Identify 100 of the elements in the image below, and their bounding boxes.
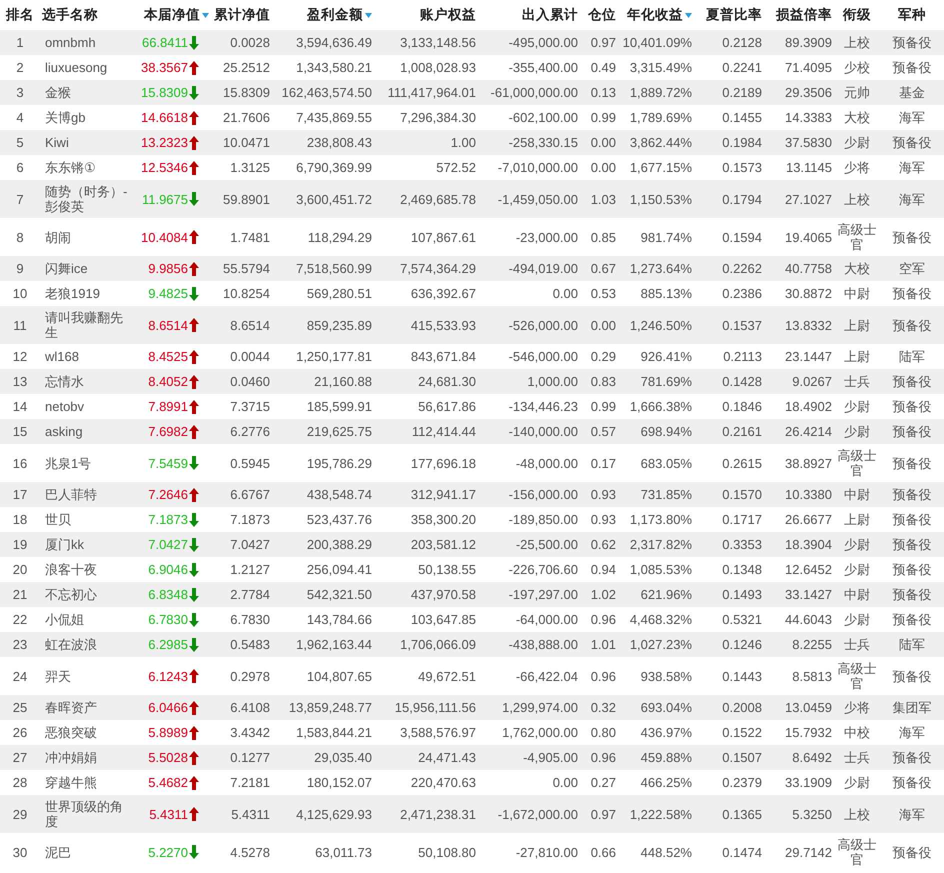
net-deposits: 1,299,974.00 <box>478 695 580 720</box>
rank-title: 上尉 <box>834 306 880 344</box>
service-branch: 预备役 <box>880 419 944 444</box>
cumulative-net-value: 0.2978 <box>200 657 272 695</box>
profit-loss-ratio: 26.4214 <box>764 419 834 444</box>
annualized-return: 3,862.44% <box>618 130 694 155</box>
service-branch: 预备役 <box>880 55 944 80</box>
account-equity: 24,471.43 <box>374 745 478 770</box>
position-ratio: 0.00 <box>580 130 618 155</box>
sort-icon[interactable] <box>202 12 209 18</box>
annualized-return: 1,246.50% <box>618 306 694 344</box>
column-header: 军种 <box>898 7 926 22</box>
service-branch: 预备役 <box>880 607 944 632</box>
profit-loss-ratio: 10.3380 <box>764 482 834 507</box>
player-name: 巴人菲特 <box>40 482 130 507</box>
sharpe-ratio: 0.1522 <box>694 720 764 745</box>
annualized-return: 621.96% <box>618 582 694 607</box>
sharpe-ratio: 0.2161 <box>694 419 764 444</box>
net-deposits: 1,000.00 <box>478 369 580 394</box>
rank-number: 27 <box>0 745 40 770</box>
annualized-return: 1,222.58% <box>618 795 694 833</box>
player-name: 虹在波浪 <box>40 632 130 657</box>
profit-amount: 162,463,574.50 <box>272 80 374 105</box>
net-deposits: -602,100.00 <box>478 105 580 130</box>
annualized-return: 885.13% <box>618 281 694 306</box>
profit-loss-ratio: 8.2255 <box>764 632 834 657</box>
profit-amount: 523,437.76 <box>272 507 374 532</box>
net-value: 5.4311 <box>148 806 188 822</box>
account-equity: 415,533.93 <box>374 306 478 344</box>
rank-number: 25 <box>0 695 40 720</box>
cumulative-net-value: 3.4342 <box>200 720 272 745</box>
profit-amount: 21,160.88 <box>272 369 374 394</box>
rank-number: 10 <box>0 281 40 306</box>
position-ratio: 0.62 <box>580 532 618 557</box>
player-name: Kiwi <box>40 130 130 155</box>
profit-loss-ratio: 13.0459 <box>764 695 834 720</box>
column-header: 累计净值 <box>214 7 270 22</box>
profit-amount: 3,594,636.49 <box>272 30 374 55</box>
sort-icon[interactable] <box>365 12 372 18</box>
net-value: 6.9046 <box>147 562 188 577</box>
account-equity: 111,417,964.01 <box>374 80 478 105</box>
annualized-return: 781.69% <box>618 369 694 394</box>
position-ratio: 0.96 <box>580 607 618 632</box>
rank-title: 上尉 <box>834 344 880 369</box>
column-header[interactable]: 盈利金额 <box>307 6 363 24</box>
cumulative-net-value: 59.8901 <box>200 180 272 218</box>
annualized-return: 459.88% <box>618 745 694 770</box>
profit-amount: 1,583,844.21 <box>272 720 374 745</box>
annualized-return: 693.04% <box>618 695 694 720</box>
player-name: 闪舞ice <box>40 256 130 281</box>
profit-amount: 1,250,177.81 <box>272 344 374 369</box>
account-equity: 24,681.30 <box>374 369 478 394</box>
profit-loss-ratio: 5.3250 <box>764 795 834 833</box>
service-branch: 预备役 <box>880 218 944 256</box>
net-value: 15.8309 <box>140 85 188 100</box>
service-branch: 集团军 <box>880 695 944 720</box>
profit-loss-ratio: 40.7758 <box>764 256 834 281</box>
rank-title: 少尉 <box>834 557 880 582</box>
column-header[interactable]: 本届净值 <box>144 6 200 24</box>
position-ratio: 0.93 <box>580 482 618 507</box>
annualized-return: 1,027.23% <box>618 632 694 657</box>
net-deposits: -66,422.04 <box>478 657 580 695</box>
profit-loss-ratio: 29.3506 <box>764 80 834 105</box>
account-equity: 203,581.12 <box>374 532 478 557</box>
net-value: 7.0427 <box>147 537 188 552</box>
player-name: 浪客十夜 <box>40 557 130 582</box>
position-ratio: 0.13 <box>580 80 618 105</box>
cumulative-net-value: 8.6514 <box>200 306 272 344</box>
cumulative-net-value: 7.2181 <box>200 770 272 795</box>
net-deposits: -197,297.00 <box>478 582 580 607</box>
account-equity: 49,672.51 <box>374 657 478 695</box>
player-name: 请叫我赚翻先生 <box>40 306 130 344</box>
rank-title: 中尉 <box>834 582 880 607</box>
cumulative-net-value: 7.3715 <box>200 394 272 419</box>
rank-title: 少尉 <box>834 607 880 632</box>
column-header: 损益倍率 <box>776 7 832 22</box>
sharpe-ratio: 0.1717 <box>694 507 764 532</box>
profit-amount: 6,790,369.99 <box>272 155 374 180</box>
annualized-return: 1,666.38% <box>618 394 694 419</box>
position-ratio: 0.00 <box>580 155 618 180</box>
rank-number: 1 <box>0 30 40 55</box>
rank-number: 21 <box>0 582 40 607</box>
sharpe-ratio: 0.1493 <box>694 582 764 607</box>
rank-title: 中尉 <box>834 281 880 306</box>
position-ratio: 0.85 <box>580 218 618 256</box>
account-equity: 636,392.67 <box>374 281 478 306</box>
column-header[interactable]: 年化收益 <box>627 6 683 24</box>
net-deposits: -7,010,000.00 <box>478 155 580 180</box>
profit-loss-ratio: 18.4902 <box>764 394 834 419</box>
rank-number: 13 <box>0 369 40 394</box>
player-name: 小侃姐 <box>40 607 130 632</box>
net-value: 14.6618 <box>140 110 188 125</box>
annualized-return: 436.97% <box>618 720 694 745</box>
profit-amount: 7,435,869.55 <box>272 105 374 130</box>
account-equity: 112,414.44 <box>374 419 478 444</box>
cumulative-net-value: 0.5945 <box>200 444 272 482</box>
sharpe-ratio: 0.1507 <box>694 745 764 770</box>
sharpe-ratio: 0.1443 <box>694 657 764 695</box>
sort-icon[interactable] <box>685 12 692 18</box>
rank-title: 少尉 <box>834 130 880 155</box>
